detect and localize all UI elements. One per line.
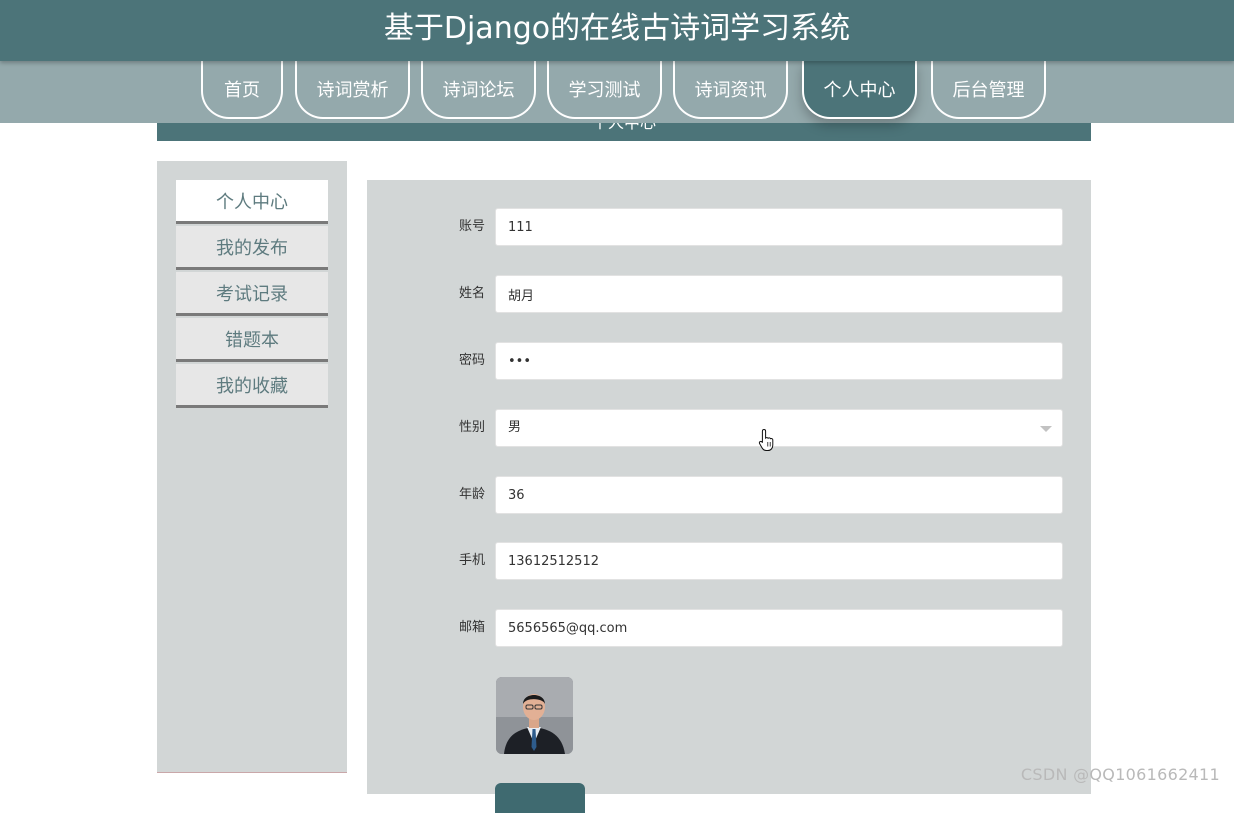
app-title: 基于Django的在线古诗词学习系统 [0,0,1234,61]
age-row: 年龄 [367,476,1091,514]
sidebar-item-personal-center[interactable]: 个人中心 [176,180,328,224]
watermark: CSDN @QQ1061662411 [1020,765,1220,784]
gender-label: 性别 [458,420,485,435]
top-navigation: 首页 诗词赏析 诗词论坛 学习测试 诗词资讯 个人中心 后台管理 [0,61,1234,123]
nav-tab-poem-appreciation[interactable]: 诗词赏析 [295,61,410,119]
email-label: 邮箱 [458,620,485,635]
caret-down-icon [1040,426,1052,432]
hand-pointer-icon [758,428,774,451]
user-photo [496,677,573,754]
email-field[interactable] [495,609,1063,647]
sidebar-item-my-posts[interactable]: 我的发布 [176,226,328,270]
name-label: 姓名 [458,286,485,301]
avatar[interactable] [496,677,573,754]
age-label: 年龄 [458,487,485,502]
nav-tab-home[interactable]: 首页 [201,61,283,119]
sidebar: 个人中心 我的发布 考试记录 错题本 我的收藏 [157,161,347,773]
phone-row: 手机 [367,542,1091,580]
phone-field[interactable] [495,542,1063,580]
phone-label: 手机 [458,553,485,568]
page-header-band: 个人中心 [157,123,1091,141]
sidebar-item-favorites[interactable]: 我的收藏 [176,364,328,408]
nav-tab-poem-news[interactable]: 诗词资讯 [673,61,788,119]
account-row: 账号 [367,208,1091,246]
page-header-title: 个人中心 [592,123,656,132]
password-row: 密码 [367,342,1091,380]
email-row: 邮箱 [367,609,1091,647]
password-field[interactable] [495,342,1063,380]
gender-select[interactable]: 男 [495,409,1063,447]
submit-button[interactable] [495,783,585,813]
nav-tab-personal-center[interactable]: 个人中心 [802,61,917,119]
sidebar-item-exam-records[interactable]: 考试记录 [176,272,328,316]
age-field[interactable] [495,476,1063,514]
nav-tab-learning-test[interactable]: 学习测试 [547,61,662,119]
nav-tab-poem-forum[interactable]: 诗词论坛 [421,61,536,119]
account-field[interactable] [495,208,1063,246]
name-field[interactable] [495,275,1063,313]
gender-selected-value: 男 [508,420,522,435]
gender-row: 性别 男 [367,409,1091,447]
sidebar-item-wrong-answers[interactable]: 错题本 [176,318,328,362]
name-row: 姓名 [367,275,1091,313]
profile-form: 账号 姓名 密码 性别 男 年龄 手机 邮箱 [367,180,1091,813]
nav-tab-admin[interactable]: 后台管理 [931,61,1046,119]
password-label: 密码 [458,353,485,368]
account-label: 账号 [458,219,485,234]
